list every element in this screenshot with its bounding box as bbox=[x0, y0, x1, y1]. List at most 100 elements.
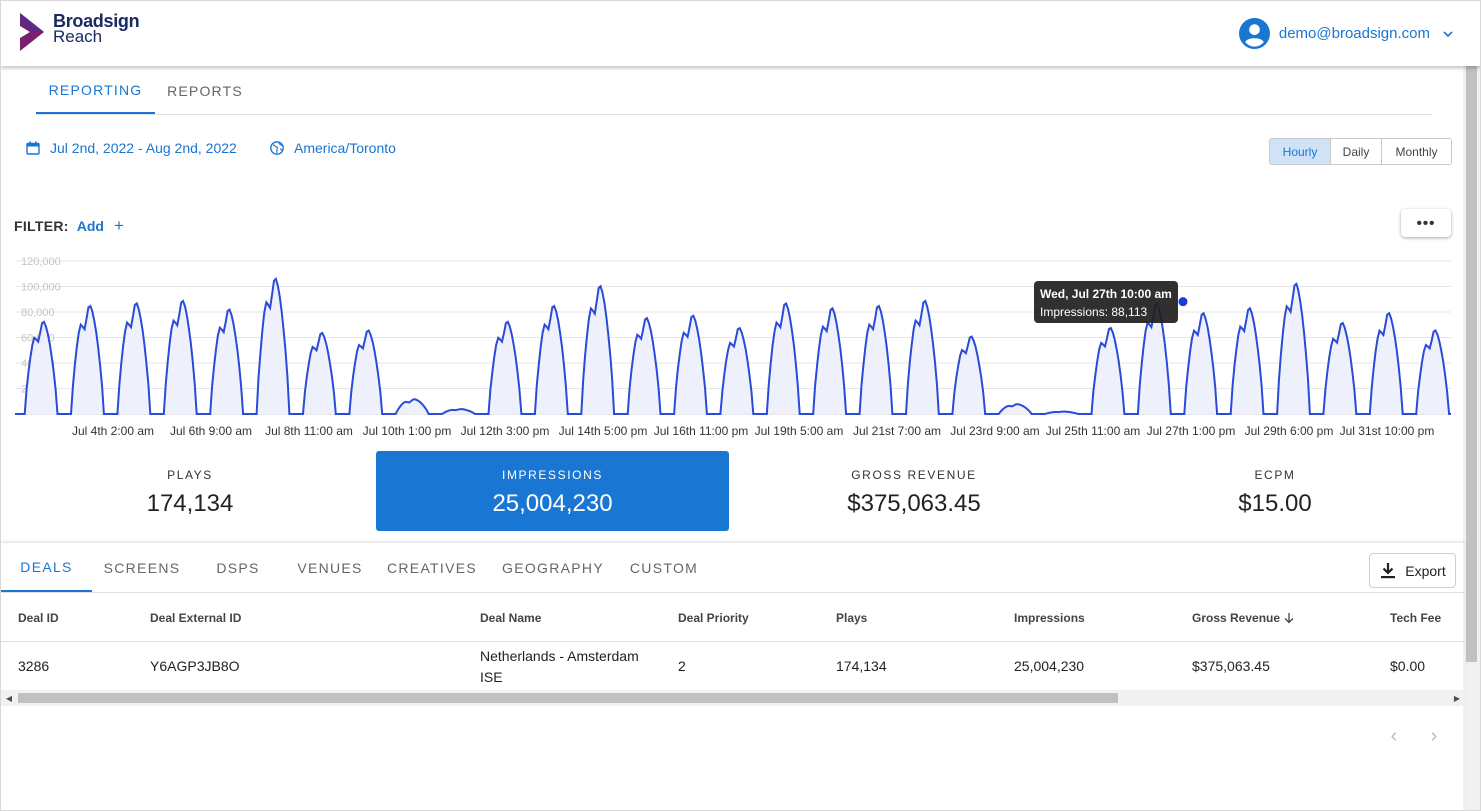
export-label: Export bbox=[1405, 562, 1446, 579]
brand-logo[interactable]: Broadsign Reach bbox=[18, 12, 140, 51]
download-icon bbox=[1381, 562, 1396, 578]
plus-icon[interactable]: + bbox=[114, 217, 124, 234]
scroll-left-arrow-icon[interactable]: ◀ bbox=[1, 690, 17, 706]
table-header: Deal ID Deal External ID Deal Name Deal … bbox=[1, 594, 1465, 642]
app-header: Broadsign Reach demo@broadsign.com bbox=[1, 1, 1480, 66]
tooltip-title: Wed, Jul 27th 10:00 am bbox=[1040, 287, 1172, 301]
kpi-plays-value: 174,134 bbox=[146, 490, 234, 517]
x-tick-label: Jul 4th 2:00 am bbox=[72, 424, 154, 438]
y-tick-label: 120,000 bbox=[21, 256, 61, 268]
y-tick-label: 80,000 bbox=[21, 307, 55, 319]
column-tech-fee[interactable]: Tech Fee bbox=[1390, 594, 1441, 642]
kpi-ecpm[interactable]: ECPM $15.00 bbox=[1099, 451, 1451, 531]
x-tick-label: Jul 21st 7:00 am bbox=[853, 424, 941, 438]
column-gross-revenue[interactable]: Gross Revenue bbox=[1192, 594, 1295, 642]
x-tick-label: Jul 10th 1:00 pm bbox=[363, 424, 452, 438]
date-range-picker[interactable]: Jul 2nd, 2022 - Aug 2nd, 2022 bbox=[26, 140, 237, 156]
horizontal-scrollbar-thumb[interactable] bbox=[18, 693, 1118, 703]
pager-next-icon[interactable]: › bbox=[1424, 725, 1444, 747]
column-deal-external-id[interactable]: Deal External ID bbox=[150, 594, 241, 642]
x-tick-label: Jul 14th 5:00 pm bbox=[559, 424, 648, 438]
kpi-plays[interactable]: PLAYS 174,134 bbox=[14, 451, 366, 531]
tab-reports[interactable]: REPORTS bbox=[155, 67, 255, 114]
y-tick-label: 100,000 bbox=[21, 282, 61, 294]
user-email: demo@broadsign.com bbox=[1278, 25, 1430, 42]
x-tick-label: Jul 19th 5:00 am bbox=[755, 424, 844, 438]
cell-deal-priority: 2 bbox=[678, 658, 686, 674]
x-tick-label: Jul 8th 11:00 am bbox=[265, 424, 353, 438]
filter-bar: FILTER: Add + bbox=[14, 217, 124, 234]
cell-impressions: 25,004,230 bbox=[1014, 658, 1085, 674]
kpi-gross-revenue-value: $375,063.45 bbox=[847, 490, 981, 517]
timezone-picker[interactable]: America/Toronto bbox=[270, 140, 396, 156]
x-tick-label: Jul 27th 1:00 pm bbox=[1147, 424, 1236, 438]
hovered-data-point[interactable] bbox=[1178, 297, 1188, 307]
cell-tech-fee: $0.00 bbox=[1390, 658, 1426, 674]
column-impressions[interactable]: Impressions bbox=[1014, 594, 1085, 642]
granularity-toggle: Hourly Daily Monthly bbox=[1269, 138, 1452, 165]
product-name: Reach bbox=[53, 27, 103, 46]
vertical-scrollbar-thumb[interactable] bbox=[1466, 66, 1477, 662]
globe-icon bbox=[270, 141, 284, 155]
tab-dsps[interactable]: DSPS bbox=[192, 543, 284, 592]
sort-arrow-down-icon bbox=[1284, 613, 1294, 624]
cell-plays: 174,134 bbox=[836, 658, 887, 674]
filter-label: FILTER: bbox=[14, 218, 69, 234]
user-menu[interactable]: demo@broadsign.com bbox=[1238, 18, 1454, 49]
kpi-plays-label: PLAYS bbox=[167, 468, 213, 482]
kpi-ecpm-value: $15.00 bbox=[1238, 490, 1312, 517]
scroll-right-arrow-icon[interactable]: ▶ bbox=[1449, 690, 1465, 706]
column-deal-id[interactable]: Deal ID bbox=[18, 594, 59, 642]
breakdown-section: DEALS SCREENS DSPS VENUES CREATIVES GEOG… bbox=[1, 542, 1465, 810]
x-tick-label: Jul 16th 11:00 pm bbox=[654, 424, 749, 438]
kpi-ecpm-label: ECPM bbox=[1254, 468, 1296, 482]
column-deal-name[interactable]: Deal Name bbox=[480, 594, 541, 642]
horizontal-scrollbar[interactable]: ◀ ▶ bbox=[1, 690, 1465, 706]
tab-screens[interactable]: SCREENS bbox=[92, 543, 192, 592]
chart-tooltip: Wed, Jul 27th 10:00 am Impressions: 88,1… bbox=[1034, 281, 1178, 323]
x-tick-label: Jul 31st 10:00 pm bbox=[1340, 424, 1435, 438]
cell-deal-name: Netherlands - Amsterdam ISE bbox=[480, 647, 639, 685]
tooltip-body: Impressions: 88,113 bbox=[1040, 305, 1148, 319]
top-tabs: REPORTING REPORTS bbox=[36, 67, 1432, 115]
tab-venues[interactable]: VENUES bbox=[284, 543, 376, 592]
x-tick-label: Jul 12th 3:00 pm bbox=[461, 424, 550, 438]
kpi-gross-revenue[interactable]: GROSS REVENUE $375,063.45 bbox=[738, 451, 1090, 531]
table-row[interactable]: 3286 Y6AGP3JB8O Netherlands - Amsterdam … bbox=[1, 642, 1465, 691]
x-tick-label: Jul 6th 9:00 am bbox=[170, 424, 252, 438]
chevron-logo-icon bbox=[20, 13, 44, 51]
app-window: Broadsign Reach demo@broadsign.com REPOR… bbox=[0, 0, 1481, 811]
kpi-impressions-label: IMPRESSIONS bbox=[502, 468, 603, 482]
cell-deal-external-id: Y6AGP3JB8O bbox=[150, 658, 240, 674]
column-plays[interactable]: Plays bbox=[836, 594, 867, 642]
kpi-gross-revenue-label: GROSS REVENUE bbox=[851, 468, 977, 482]
cell-deal-id: 3286 bbox=[18, 658, 50, 674]
granularity-monthly-button[interactable]: Monthly bbox=[1382, 139, 1451, 164]
chevron-down-icon bbox=[1443, 30, 1453, 37]
user-circle-icon bbox=[1238, 18, 1270, 49]
x-tick-label: Jul 25th 11:00 am bbox=[1046, 424, 1141, 438]
tab-creatives[interactable]: CREATIVES bbox=[376, 543, 488, 592]
impressions-chart[interactable]: 120,000100,00080,00060,00040,00020,000Ju… bbox=[1, 256, 1466, 441]
tab-geography[interactable]: GEOGRAPHY bbox=[488, 543, 618, 592]
x-tick-label: Jul 23rd 9:00 am bbox=[950, 424, 1039, 438]
cell-gross-revenue: $375,063.45 bbox=[1192, 658, 1270, 674]
tab-deals[interactable]: DEALS bbox=[1, 543, 92, 592]
tab-reporting[interactable]: REPORTING bbox=[36, 67, 155, 114]
export-button[interactable]: Export bbox=[1369, 553, 1456, 588]
granularity-daily-button[interactable]: Daily bbox=[1331, 139, 1382, 164]
kpi-impressions-value: 25,004,230 bbox=[492, 490, 613, 517]
calendar-icon bbox=[26, 141, 40, 155]
pager-prev-icon[interactable]: ‹ bbox=[1384, 725, 1404, 747]
x-tick-label: Jul 29th 6:00 pm bbox=[1245, 424, 1334, 438]
breakdown-tabs: DEALS SCREENS DSPS VENUES CREATIVES GEOG… bbox=[1, 543, 1465, 593]
timezone-text: America/Toronto bbox=[294, 140, 396, 156]
granularity-hourly-button[interactable]: Hourly bbox=[1270, 139, 1331, 164]
tab-custom[interactable]: CUSTOM bbox=[618, 543, 710, 592]
date-range-text: Jul 2nd, 2022 - Aug 2nd, 2022 bbox=[50, 140, 237, 156]
column-deal-priority[interactable]: Deal Priority bbox=[678, 594, 749, 642]
filter-add-button[interactable]: Add bbox=[77, 218, 104, 234]
column-gross-revenue-label: Gross Revenue bbox=[1192, 611, 1281, 625]
kpi-impressions[interactable]: IMPRESSIONS 25,004,230 bbox=[376, 451, 729, 531]
more-options-button[interactable]: ••• bbox=[1401, 209, 1451, 237]
